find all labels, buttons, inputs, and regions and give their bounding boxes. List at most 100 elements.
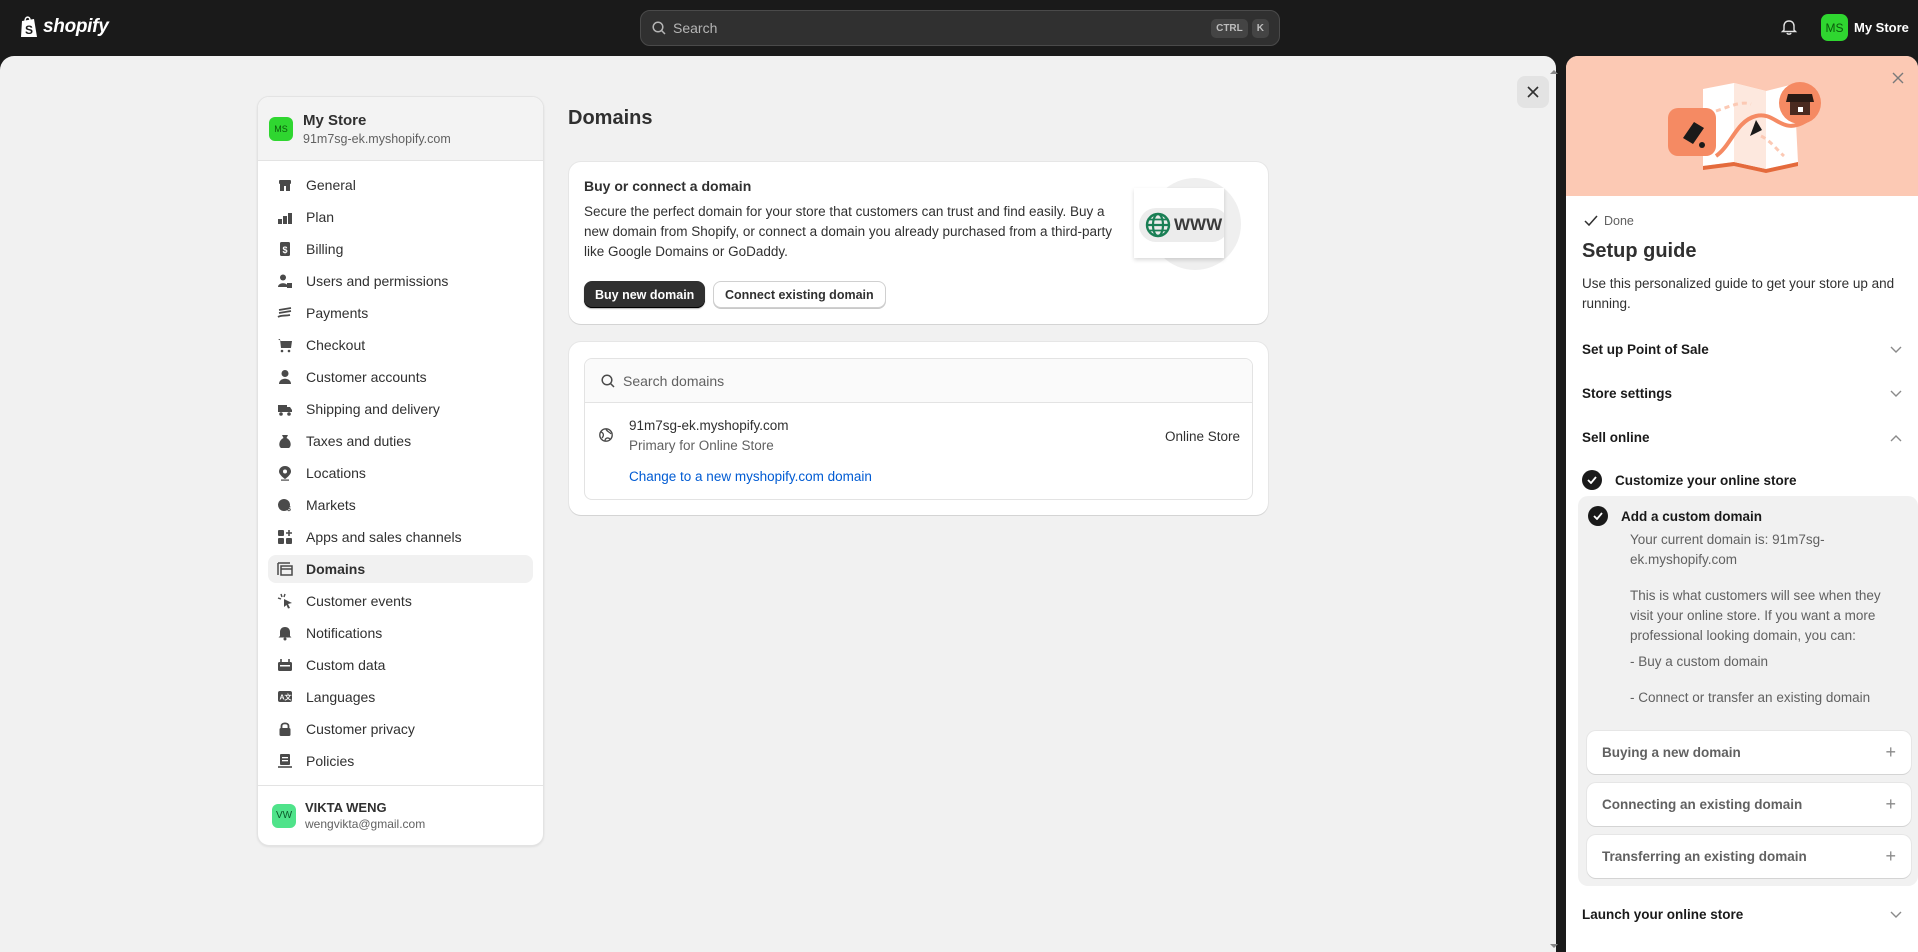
sidebar-item-customer-events[interactable]: Customer events bbox=[268, 587, 533, 615]
globe-icon bbox=[599, 428, 613, 442]
sidebar-item-label: Apps and sales channels bbox=[306, 529, 462, 545]
sidebar-item-locations[interactable]: Locations bbox=[268, 459, 533, 487]
domain-row: 91m7sg-ek.myshopify.com Primary for Onli… bbox=[585, 403, 1252, 499]
global-search-input[interactable]: Search CTRL K bbox=[640, 10, 1280, 46]
chevron-down-icon bbox=[1890, 390, 1902, 397]
settings-nav: MS My Store 91m7sg-ek.myshopify.com Gene… bbox=[257, 96, 544, 846]
sidebar-item-custom-data[interactable]: Custom data bbox=[268, 651, 533, 679]
sidebar-item-policies[interactable]: Policies bbox=[268, 747, 533, 775]
apps-icon bbox=[277, 529, 293, 545]
sidebar-item-customer-accounts[interactable]: Customer accounts bbox=[268, 363, 533, 391]
sidebar-item-shipping-and-delivery[interactable]: Shipping and delivery bbox=[268, 395, 533, 423]
store-name: My Store bbox=[1854, 20, 1909, 35]
settings-modal: MS My Store 91m7sg-ek.myshopify.com Gene… bbox=[0, 56, 1556, 952]
user-name: VIKTA WENG bbox=[305, 800, 387, 815]
accordion-connecting-domain[interactable]: Connecting an existing domain + bbox=[1587, 783, 1911, 826]
sidebar-item-users-and-permissions[interactable]: Users and permissions bbox=[268, 267, 533, 295]
sidebar-item-checkout[interactable]: Checkout bbox=[268, 331, 533, 359]
domain-channel: Online Store bbox=[1164, 429, 1240, 444]
svg-text:S: S bbox=[25, 23, 33, 37]
setup-guide-illustration bbox=[1566, 56, 1918, 196]
close-icon bbox=[1527, 86, 1539, 98]
sidebar-item-label: Locations bbox=[306, 465, 366, 481]
task-label: Customize your online store bbox=[1615, 472, 1797, 488]
shortcut-key-ctrl: CTRL bbox=[1211, 18, 1248, 38]
store-account-menu[interactable]: MS My Store bbox=[1821, 14, 1909, 41]
option-buy-text: - Buy a custom domain bbox=[1630, 654, 1769, 669]
close-guide-icon[interactable] bbox=[1892, 72, 1904, 84]
scroll-up-arrow[interactable] bbox=[1550, 70, 1558, 74]
section-store-settings[interactable]: Store settings bbox=[1582, 386, 1902, 401]
user-profile[interactable]: VW VIKTA WENG wengvikta@gmail.com bbox=[258, 785, 543, 845]
shopify-logo[interactable]: S shopify bbox=[19, 15, 109, 39]
policy-icon bbox=[277, 753, 293, 769]
connect-existing-domain-button[interactable]: Connect existing domain bbox=[713, 281, 886, 308]
sidebar-item-label: Payments bbox=[306, 305, 369, 321]
sidebar-item-payments[interactable]: Payments bbox=[268, 299, 533, 327]
sidebar-item-languages[interactable]: A文 Languages bbox=[268, 683, 533, 711]
card-heading: Buy or connect a domain bbox=[584, 178, 752, 194]
task-complete-icon bbox=[1582, 470, 1602, 490]
svg-text:$: $ bbox=[287, 506, 291, 513]
search-domains-input[interactable]: Search domains bbox=[585, 359, 1252, 403]
sidebar-item-label: Markets bbox=[306, 497, 356, 513]
sidebar-item-billing[interactable]: $ Billing bbox=[268, 235, 533, 263]
section-launch-online-store[interactable]: Launch your online store bbox=[1582, 907, 1902, 922]
task-complete-icon bbox=[1588, 506, 1608, 526]
sidebar-item-customer-privacy[interactable]: Customer privacy bbox=[268, 715, 533, 743]
task-label: Add a custom domain bbox=[1621, 508, 1763, 524]
option-connect-text: - Connect or transfer an existing domain bbox=[1630, 690, 1871, 705]
done-label: Done bbox=[1604, 214, 1634, 228]
setup-guide-title: Setup guide bbox=[1582, 240, 1697, 262]
sidebar-item-domains[interactable]: Domains bbox=[268, 555, 533, 583]
settings-nav-list: General Plan $ Billing Users and permissions… bbox=[258, 161, 543, 775]
sidebar-item-plan[interactable]: Plan bbox=[268, 203, 533, 231]
chevron-down-icon bbox=[1890, 346, 1902, 353]
accordion-buying-new-domain[interactable]: Buying a new domain + bbox=[1587, 731, 1911, 774]
search-icon bbox=[652, 21, 666, 35]
shopify-bag-icon: S bbox=[21, 16, 37, 37]
sidebar-item-markets[interactable]: $ Markets bbox=[268, 491, 533, 519]
page-title: Domains bbox=[568, 107, 653, 129]
svg-text:A文: A文 bbox=[280, 693, 293, 702]
custom-data-icon bbox=[277, 657, 293, 673]
task-add-custom-domain[interactable]: Add a custom domain bbox=[1588, 506, 1762, 526]
sidebar-item-general[interactable]: General bbox=[268, 171, 533, 199]
sidebar-item-label: Customer privacy bbox=[306, 721, 415, 737]
change-myshopify-domain-link[interactable]: Change to a new myshopify.com domain bbox=[629, 469, 872, 484]
store-header[interactable]: MS My Store 91m7sg-ek.myshopify.com bbox=[258, 97, 543, 161]
map-illustration bbox=[1668, 82, 1821, 173]
sidebar-item-apps-and-sales-channels[interactable]: Apps and sales channels bbox=[268, 523, 533, 551]
section-label: Set up Point of Sale bbox=[1582, 342, 1709, 357]
shortcut-key-k: K bbox=[1251, 18, 1269, 38]
globe-dollar-icon: $ bbox=[277, 497, 293, 513]
section-sell-online[interactable]: Sell online bbox=[1582, 430, 1902, 445]
receipt-dollar-icon: $ bbox=[277, 241, 293, 257]
checkmark-icon bbox=[1584, 215, 1598, 227]
sidebar-item-label: Taxes and duties bbox=[306, 433, 412, 449]
section-point-of-sale[interactable]: Set up Point of Sale bbox=[1582, 342, 1902, 357]
setup-guide-subtitle: Use this personalized guide to get your … bbox=[1582, 276, 1895, 311]
location-pin-icon bbox=[277, 465, 293, 481]
translate-icon: A文 bbox=[277, 689, 293, 705]
accordion-transferring-domain[interactable]: Transferring an existing domain + bbox=[1587, 835, 1911, 878]
www-text: WWW bbox=[1174, 215, 1223, 234]
notifications-bell-icon[interactable] bbox=[1780, 18, 1798, 36]
users-lock-icon bbox=[277, 273, 293, 289]
done-button[interactable]: Done bbox=[1584, 214, 1634, 228]
close-modal-button[interactable] bbox=[1517, 76, 1549, 108]
store-icon bbox=[277, 177, 293, 193]
brand-wordmark: shopify bbox=[43, 16, 109, 37]
task-customize-online-store[interactable]: Customize your online store bbox=[1582, 470, 1797, 490]
scroll-down-arrow[interactable] bbox=[1550, 944, 1558, 948]
store-domain: 91m7sg-ek.myshopify.com bbox=[303, 131, 451, 146]
sidebar-item-taxes-and-duties[interactable]: Taxes and duties bbox=[268, 427, 533, 455]
buy-new-domain-button[interactable]: Buy new domain bbox=[584, 281, 706, 308]
current-domain-text: Your current domain is: 91m7sg-ek.myshop… bbox=[1630, 532, 1825, 567]
globe-icon bbox=[1145, 212, 1171, 238]
buy-connect-domain-card: Buy or connect a domain Secure the perfe… bbox=[569, 162, 1268, 324]
search-icon bbox=[601, 373, 615, 388]
cart-icon bbox=[277, 337, 293, 353]
search-domains-placeholder: Search domains bbox=[623, 372, 725, 389]
sidebar-item-notifications[interactable]: Notifications bbox=[268, 619, 533, 647]
